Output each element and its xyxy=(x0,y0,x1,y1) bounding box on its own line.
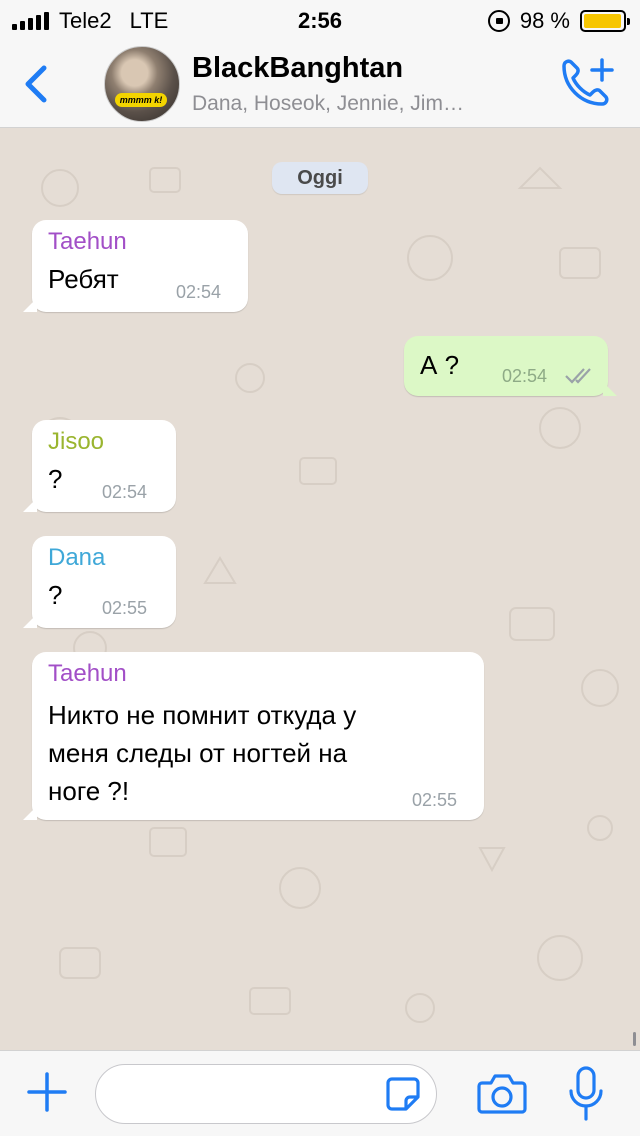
chevron-left-icon xyxy=(25,65,47,103)
message-text: А ? xyxy=(420,350,460,380)
message-time: 02:54 xyxy=(102,482,148,502)
back-button[interactable] xyxy=(18,60,58,108)
status-right: 98 % xyxy=(487,8,630,34)
chat-header: mmmm k! BlackBanghtan Dana, Hoseok, Jenn… xyxy=(0,40,640,128)
camera-button[interactable] xyxy=(476,1069,528,1117)
rotation-lock-icon xyxy=(487,10,510,32)
chat-title[interactable]: BlackBanghtan xyxy=(192,52,403,85)
date-separator: Oggi xyxy=(272,162,368,194)
status-bar: Tele2 LTE 2:56 98 % xyxy=(0,0,640,40)
bubble-tail xyxy=(603,382,617,396)
sticker-button[interactable] xyxy=(384,1075,422,1113)
message-bubble-outgoing[interactable]: А ? 02:54 xyxy=(404,336,617,396)
message-time: 02:54 xyxy=(176,282,222,302)
message-text-line: ноге ?! xyxy=(48,776,130,806)
message-sender[interactable]: Dana xyxy=(48,544,105,572)
message-sender[interactable]: Jisoo xyxy=(48,428,104,456)
message-time: 02:54 xyxy=(502,366,548,386)
battery-percent: 98 % xyxy=(519,8,570,33)
message-text: Ребят xyxy=(48,264,119,294)
message-text: ? xyxy=(48,580,63,610)
bubble-tail xyxy=(23,498,37,512)
message-time: 02:55 xyxy=(102,598,148,618)
bubble-tail xyxy=(23,806,37,820)
battery-fill xyxy=(584,14,622,28)
message-text-line: Никто не помнит откуда у xyxy=(48,700,357,730)
double-check-icon xyxy=(565,368,591,384)
scrollbar[interactable] xyxy=(633,1032,636,1046)
bubble-tail xyxy=(23,298,37,312)
camera-icon xyxy=(477,1074,527,1114)
message-time: 02:55 xyxy=(412,790,458,810)
microphone-button[interactable] xyxy=(566,1065,606,1123)
group-avatar[interactable]: mmmm k! xyxy=(104,46,180,122)
add-phone-call-icon xyxy=(562,58,614,106)
bubble-tail xyxy=(23,614,37,628)
attach-button[interactable] xyxy=(26,1071,68,1113)
input-bar xyxy=(0,1050,640,1136)
message-sender[interactable]: Taehun xyxy=(48,228,127,256)
battery-icon xyxy=(580,10,630,32)
message-bubble[interactable]: Jisoo ? 02:54 xyxy=(23,420,176,512)
chat-area[interactable]: Oggi Taehun Ребят 02:54 А ? 02:54 Jisoo … xyxy=(0,128,640,1050)
sticker-icon xyxy=(386,1077,420,1111)
add-call-button[interactable] xyxy=(556,56,616,112)
message-sender[interactable]: Taehun xyxy=(48,660,127,688)
chat-members[interactable]: Dana, Hoseok, Jennie, Jim… xyxy=(192,92,522,116)
avatar-sticker-text: mmmm k! xyxy=(115,93,167,107)
message-bubble[interactable]: Taehun Ребят 02:54 xyxy=(23,220,248,312)
message-text: ? xyxy=(48,464,63,494)
message-text-line: меня следы от ногтей на xyxy=(48,738,348,768)
message-bubble[interactable]: Taehun Никто не помнит откуда у меня сле… xyxy=(23,652,484,820)
message-bubble[interactable]: Dana ? 02:55 xyxy=(23,536,176,628)
plus-icon xyxy=(27,1072,67,1112)
microphone-icon xyxy=(569,1066,603,1121)
